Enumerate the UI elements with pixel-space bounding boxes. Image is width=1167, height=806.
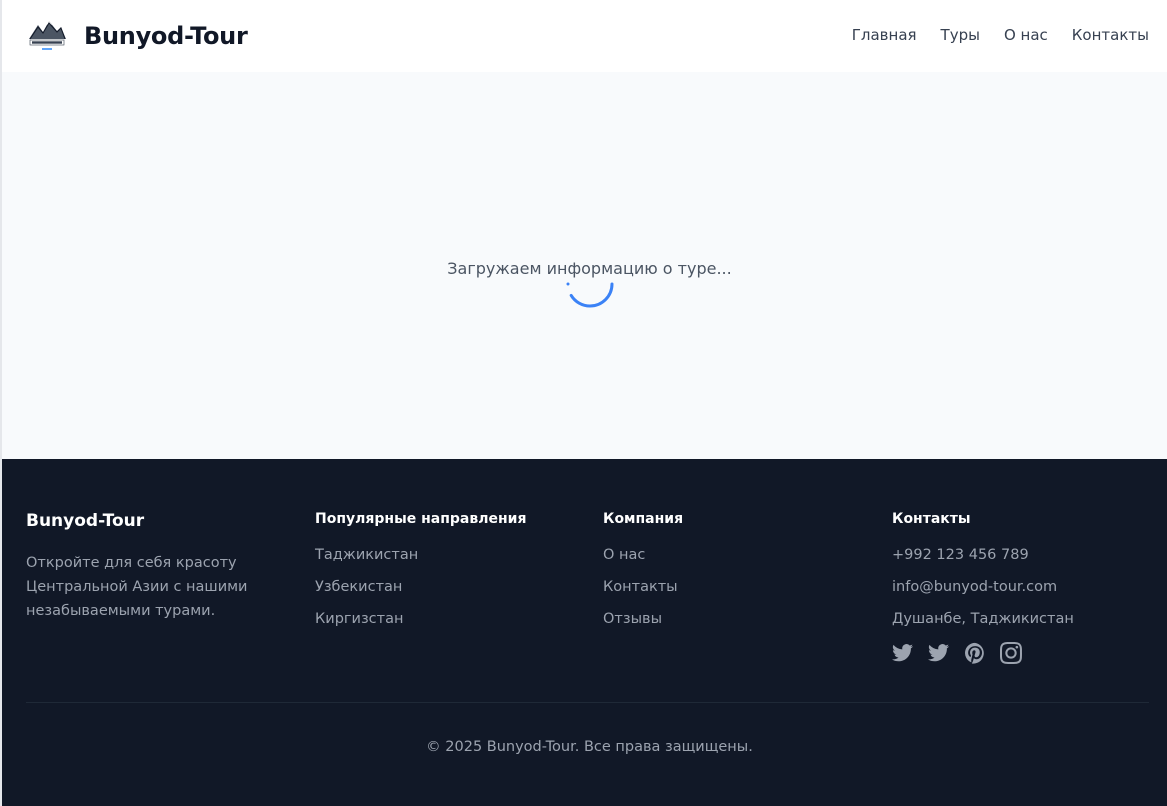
footer-about: Bunyod-Tour Откройте для себя красоту Це… xyxy=(26,511,266,623)
contact-address: Душанбе, Таджикистан xyxy=(892,611,1074,627)
copyright: © 2025 Bunyod-Tour. Все права защищены. xyxy=(426,739,753,755)
footer-description: Откройте для себя красоту Центральной Аз… xyxy=(26,555,248,619)
social-links xyxy=(892,642,1074,664)
brand-name: Bunyod-Tour xyxy=(84,22,248,50)
instagram-icon[interactable] xyxy=(1000,642,1022,664)
twitter-icon[interactable] xyxy=(892,642,914,664)
brand[interactable]: Bunyod-Tour xyxy=(26,15,248,57)
twitter-icon[interactable] xyxy=(928,642,950,664)
footer-contacts: Контакты +992 123 456 789 info@bunyod-to… xyxy=(892,511,1074,664)
footer-contacts-title: Контакты xyxy=(892,511,971,527)
footer-link-reviews[interactable]: Отзывы xyxy=(603,611,662,627)
footer-divider xyxy=(26,702,1149,703)
nav-contacts[interactable]: Контакты xyxy=(1072,26,1149,44)
site-header: Bunyod-Tour Главная Туры О нас Контакты xyxy=(0,0,1167,72)
footer-brand: Bunyod-Tour xyxy=(26,511,145,531)
footer-company-title: Компания xyxy=(603,511,684,527)
logo-icon xyxy=(29,21,66,50)
site-footer: Bunyod-Tour Откройте для себя красоту Це… xyxy=(0,459,1167,806)
footer-link-about[interactable]: О нас xyxy=(603,547,645,563)
footer-link-kyrgyzstan[interactable]: Киргизстан xyxy=(315,611,403,627)
footer-link-contacts[interactable]: Контакты xyxy=(603,579,678,595)
main-content: Загружаем информацию о туре... xyxy=(0,72,1167,459)
contact-email: info@bunyod-tour.com xyxy=(892,579,1058,595)
main-nav: Главная Туры О нас Контакты xyxy=(852,26,1149,44)
nav-tours[interactable]: Туры xyxy=(941,26,980,44)
footer-link-tajikistan[interactable]: Таджикистан xyxy=(315,547,418,563)
nav-home[interactable]: Главная xyxy=(852,26,917,44)
footer-destinations-title: Популярные направления xyxy=(315,511,527,527)
footer-link-uzbekistan[interactable]: Узбекистан xyxy=(315,579,402,595)
contact-phone: +992 123 456 789 xyxy=(892,547,1029,563)
footer-company: Компания О нас Контакты Отзывы xyxy=(603,511,683,642)
pinterest-icon[interactable] xyxy=(964,642,986,664)
footer-destinations: Популярные направления Таджикистан Узбек… xyxy=(315,511,526,642)
nav-about[interactable]: О нас xyxy=(1004,26,1048,44)
loading-message: Загружаем информацию о туре... xyxy=(447,259,732,278)
